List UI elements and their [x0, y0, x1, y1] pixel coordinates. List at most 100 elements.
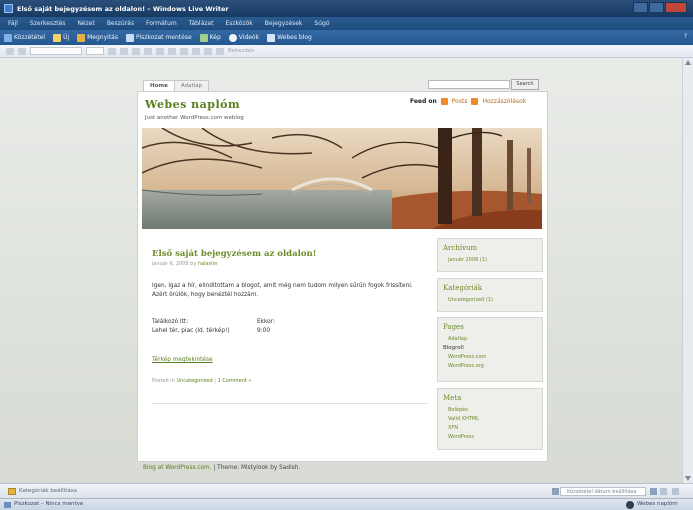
feed-posts-link[interactable]: Posts — [452, 98, 468, 105]
vertical-scrollbar[interactable] — [682, 58, 693, 483]
close-button[interactable] — [665, 2, 687, 13]
menu-insert[interactable]: Beszúrás — [107, 20, 134, 27]
minimize-button[interactable] — [633, 2, 648, 13]
status-bar: Piszkozat – Nincs mentve Webes naplóm — [0, 498, 693, 510]
pages-widget: Pages Adatlap Blogroll WordPress.com Wor… — [437, 317, 543, 382]
blogroll-item[interactable]: WordPress.org — [438, 361, 542, 370]
feed-links: Feed on Posts Hozzászólások — [410, 98, 526, 105]
map-link[interactable]: Térkép megtekintése — [152, 357, 213, 363]
weblog-icon — [267, 33, 276, 42]
search-input[interactable] — [428, 80, 510, 89]
tab-adatlap[interactable]: Adatlap — [174, 80, 210, 91]
bold-icon[interactable] — [108, 47, 116, 55]
meta-item[interactable]: XFN — [438, 423, 542, 432]
feed-comments-link[interactable]: Hozzászólások — [482, 98, 526, 105]
redo-icon[interactable] — [18, 47, 26, 55]
title-bar: Első saját bejegyzésem az oldalon! – Win… — [0, 0, 693, 17]
draft-status: Piszkozat – Nincs mentve — [14, 501, 84, 507]
post-footer: Posted in Uncategorized | 1 Comment » — [152, 378, 251, 384]
link-icon[interactable] — [192, 47, 200, 55]
post-body[interactable]: Igen, igaz a hír, elindítottam a blogot,… — [152, 282, 422, 300]
archive-title: Archívum — [443, 244, 478, 252]
chevron-down-icon[interactable] — [660, 488, 667, 495]
strikethrough-icon[interactable] — [144, 47, 152, 55]
categories-setting[interactable]: Kategóriák beállítása — [19, 488, 77, 494]
new-button[interactable]: Új — [53, 33, 69, 42]
dropdown-icon[interactable] — [552, 488, 559, 495]
help-button[interactable]: ? — [684, 33, 687, 40]
undo-icon[interactable] — [6, 47, 14, 55]
publish-button[interactable]: Közzététel — [4, 33, 45, 42]
image-icon — [199, 33, 208, 42]
blog-footer: Blog at WordPress.com. | Theme: Mistyloo… — [143, 465, 300, 471]
post-title[interactable]: Első saját bejegyzésem az oldalon! — [152, 249, 316, 259]
publish-icon — [4, 33, 12, 42]
menu-edit[interactable]: Szerkesztés — [30, 20, 66, 27]
category-item[interactable]: Uncategorized (1) — [438, 295, 542, 304]
blogroll-item[interactable]: WordPress.com — [438, 352, 542, 361]
scroll-up-icon[interactable] — [685, 60, 691, 65]
spellcheck-icon[interactable] — [216, 47, 224, 55]
font-family-select[interactable] — [30, 47, 82, 55]
rss-icon — [471, 98, 479, 105]
posted-in-label: Posted in — [152, 378, 175, 384]
folder-icon — [77, 33, 86, 42]
draft-status-icon — [4, 502, 11, 508]
menu-tools[interactable]: Eszközök — [225, 20, 252, 27]
menu-posts[interactable]: Bejegyzések — [265, 20, 303, 27]
menu-file[interactable]: Fájl — [8, 20, 18, 27]
blockquote-icon[interactable] — [180, 47, 188, 55]
category-link[interactable]: Uncategorized — [176, 378, 212, 384]
categories-widget: Kategóriák Uncategorized (1) — [437, 278, 543, 312]
meta-item[interactable]: WordPress — [438, 432, 542, 441]
underline-icon[interactable] — [132, 47, 140, 55]
post-date: január 6, 2008 by — [152, 261, 197, 267]
search-button[interactable]: Search — [511, 79, 539, 90]
meet-label-time: Ekkor: — [257, 319, 275, 325]
insert-image-button[interactable]: Kép — [199, 33, 221, 42]
save-draft-button[interactable]: Piszkozat mentése — [125, 33, 192, 42]
categories-title: Kategóriák — [443, 284, 483, 292]
collapse-icon[interactable] — [672, 488, 679, 495]
menu-format[interactable]: Formátum — [146, 20, 177, 27]
archive-item[interactable]: január 2008 (1) — [438, 255, 542, 264]
pages-title: Pages — [443, 323, 464, 331]
paragraph-style-select[interactable]: Bekezdés — [228, 48, 254, 54]
menu-view[interactable]: Nézet — [77, 20, 94, 27]
font-size-select[interactable] — [86, 47, 104, 55]
app-icon — [4, 4, 13, 13]
scroll-down-icon[interactable] — [685, 476, 691, 481]
menu-bar: Fájl Szerkesztés Nézet Beszúrás Formátum… — [0, 17, 693, 30]
align-icon[interactable] — [204, 47, 212, 55]
format-toolbar: Bekezdés — [0, 45, 693, 58]
meet-value-place: Lehel tér, piac (ld. térkép!) — [152, 328, 230, 334]
blog-account-name[interactable]: Webes naplóm — [637, 501, 678, 507]
category-icon[interactable] — [8, 488, 16, 495]
open-button[interactable]: Megnyitás — [77, 33, 118, 42]
italic-icon[interactable] — [120, 47, 128, 55]
menu-table[interactable]: Táblázat — [189, 20, 214, 27]
blog-account-icon — [626, 501, 634, 509]
publish-date-field[interactable]: Közzététel dátum beállítása — [560, 487, 646, 496]
meta-item[interactable]: Valid XHTML — [438, 414, 542, 423]
bullet-list-icon[interactable] — [156, 47, 164, 55]
numbered-list-icon[interactable] — [168, 47, 176, 55]
blogroll-label: Blogroll — [443, 345, 464, 351]
footer-theme: | Theme: Mistylook by Sadish. — [211, 465, 301, 471]
post-author[interactable]: halasim — [198, 261, 218, 267]
footer-wordpress-link[interactable]: Blog at WordPress.com. — [143, 465, 212, 471]
meta-item[interactable]: Belépés — [438, 405, 542, 414]
weblog-button[interactable]: Webes blog — [267, 33, 312, 42]
calendar-icon[interactable] — [650, 488, 657, 495]
page-item[interactable]: Adatlap — [438, 334, 542, 343]
insert-video-button[interactable]: Videók — [228, 33, 259, 42]
menu-help[interactable]: Súgó — [314, 20, 329, 27]
blog-title: Webes naplóm — [145, 98, 241, 111]
header-image — [142, 128, 542, 229]
maximize-button[interactable] — [649, 2, 664, 13]
properties-bar: Kategóriák beállítása Közzététel dátum b… — [0, 483, 693, 498]
tab-home[interactable]: Home — [143, 80, 175, 91]
meta-widget: Meta Belépés Valid XHTML XFN WordPress — [437, 388, 543, 450]
archive-widget: Archívum január 2008 (1) — [437, 238, 543, 272]
comments-link[interactable]: 1 Comment » — [218, 378, 252, 384]
